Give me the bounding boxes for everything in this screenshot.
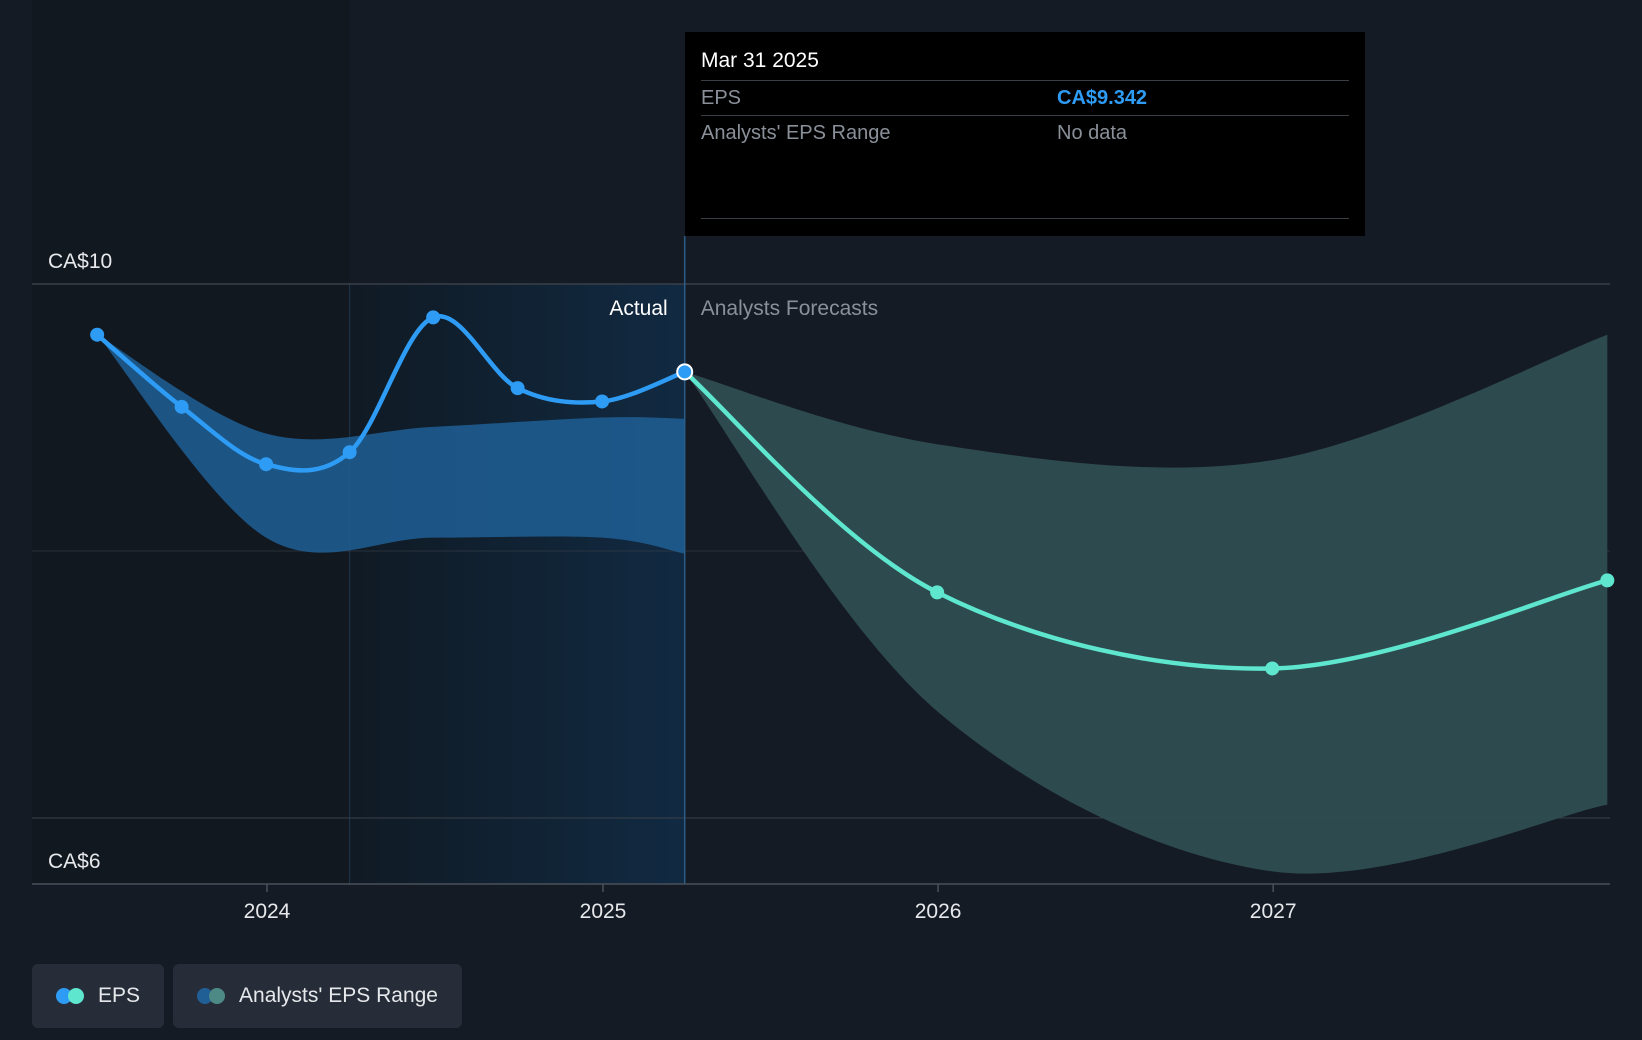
eps-point-actual [510,381,525,396]
chart-legend: EPS Analysts' EPS Range [32,964,462,1028]
tooltip-range-label: Analysts' EPS Range [701,122,891,144]
tooltip-row-eps: EPS CA$9.342 [701,81,1349,116]
legend-range-swatch-icon [197,988,227,1004]
eps-point-forecast [930,585,945,600]
legend-eps-label: EPS [98,984,141,1007]
tooltip-eps-value: CA$9.342 [1057,87,1148,109]
x-tick-label: 2026 [915,900,962,923]
eps-point-actual [342,445,357,460]
eps-point-actual [426,310,441,325]
y-tick-label: CA$6 [48,850,101,873]
legend-item-eps-range[interactable]: Analysts' EPS Range [173,964,462,1028]
x-tick-label: 2024 [244,900,291,923]
eps-point-actual [259,457,274,472]
legend-eps-swatch-icon [56,988,86,1004]
eps-point-forecast [1265,661,1280,676]
tooltip-range-value: No data [1057,122,1128,144]
legend-range-label: Analysts' EPS Range [239,984,438,1007]
hover-tooltip: Mar 31 2025 EPS CA$9.342 Analysts' EPS R… [685,32,1365,236]
eps-point-actual [90,327,105,342]
eps-point-actual [595,394,610,409]
eps-point-forecast [1600,573,1615,588]
eps-point-actual [174,399,189,414]
legend-item-eps[interactable]: EPS [32,964,165,1028]
tooltip-eps-label: EPS [701,87,742,109]
tooltip-date: Mar 31 2025 [701,46,1349,81]
tooltip-divider [701,218,1349,219]
x-tick-label: 2025 [580,900,627,923]
region-label-forecast: Analysts Forecasts [701,297,878,320]
region-label-actual: Actual [609,297,667,320]
tooltip-row-range: Analysts' EPS Range No data [701,116,1349,150]
last-year-highlight [349,284,685,884]
y-tick-label: CA$10 [48,250,112,273]
eps-chart-widget: CA$10 CA$6 2024 2025 2026 2027 Actual Analysts … [0,0,1642,1040]
eps-point-hovered [676,363,694,381]
x-tick-label: 2027 [1250,900,1297,923]
eps-range-band-forecast [684,334,1608,874]
